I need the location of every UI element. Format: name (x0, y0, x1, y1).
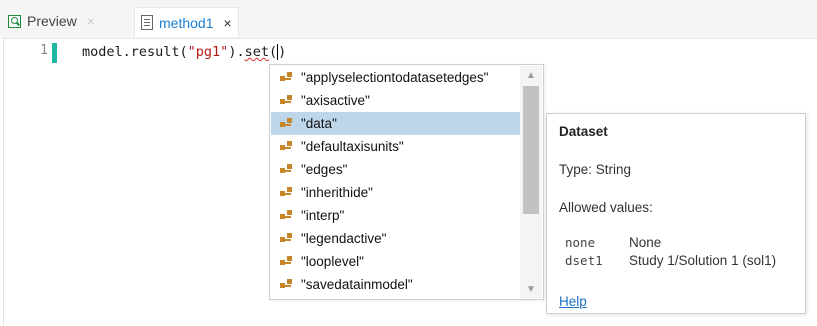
completion-item-label: "legendactive" (301, 231, 387, 246)
property-icon (271, 141, 301, 152)
property-icon (271, 279, 301, 290)
tab-method1-close-icon[interactable]: × (223, 15, 231, 31)
completion-item-label: "data" (301, 116, 337, 131)
info-panel: Dataset Type: String Allowed values: non… (546, 113, 806, 314)
tab-method1-label: method1 (159, 14, 214, 31)
code-line[interactable]: model.result("pg1").set() (82, 42, 286, 62)
completion-item-label: "edges" (301, 162, 348, 177)
completion-item-label: "applyselectiontodatasetedges" (301, 70, 489, 85)
scroll-thumb[interactable] (523, 86, 539, 214)
help-link[interactable]: Help (559, 294, 587, 309)
code-open-paren: ( (268, 44, 278, 60)
tab-preview[interactable]: Preview × (8, 7, 95, 35)
code-prefix: model.result( (82, 44, 188, 60)
completion-item[interactable]: "applyselectiontodatasetedges" (271, 66, 521, 89)
code-close-paren: ) (278, 44, 287, 60)
document-icon (141, 15, 153, 30)
property-icon (271, 233, 301, 244)
tab-method1[interactable]: method1 × (134, 7, 239, 37)
info-type: Type: String (559, 162, 632, 177)
completion-item-label: "inherithide" (301, 185, 373, 200)
completion-item-label: "savedatainmodel" (301, 277, 413, 292)
allowed-value-row: none None (565, 235, 661, 253)
property-icon (271, 95, 301, 106)
info-allowed-label: Allowed values: (559, 200, 653, 215)
allowed-value-desc: None (629, 235, 662, 250)
completion-item[interactable]: "legendactive" (271, 227, 521, 250)
code-method-set: set (244, 44, 269, 60)
completion-item[interactable]: "inherithide" (271, 181, 521, 204)
completion-item-label: "interp" (301, 208, 345, 223)
completion-item[interactable]: "edges" (271, 158, 521, 181)
tab-bar: Preview × method1 × (0, 0, 817, 38)
completion-item[interactable]: "savedatainmodel" (271, 273, 521, 296)
allowed-value-desc: Study 1/Solution 1 (sol1) (629, 253, 777, 268)
completion-item[interactable]: "axisactive" (271, 89, 521, 112)
line-number: 1 (40, 43, 48, 58)
allowed-value-code: dset1 (565, 253, 603, 268)
property-icon (271, 256, 301, 267)
scroll-down-arrow-icon[interactable]: ▼ (520, 280, 542, 298)
completion-item[interactable]: "interp" (271, 204, 521, 227)
allowed-value-code: none (565, 235, 596, 250)
change-marker (52, 43, 57, 63)
completion-item-label: "looplevel" (301, 254, 364, 269)
scroll-up-arrow-icon[interactable]: ▲ (520, 66, 542, 84)
completion-item-label: "defaultaxisunits" (301, 139, 404, 154)
completion-item[interactable]: "data" (271, 112, 521, 135)
preview-icon (8, 14, 21, 28)
property-icon (271, 210, 301, 221)
code-middle: ). (228, 44, 245, 60)
property-icon (271, 72, 301, 83)
completion-item[interactable]: "defaultaxisunits" (271, 135, 521, 158)
code-string: "pg1" (187, 44, 229, 60)
tab-preview-label: Preview (27, 13, 77, 29)
completion-item[interactable]: "looplevel" (271, 250, 521, 273)
property-icon (271, 118, 301, 129)
property-icon (271, 187, 301, 198)
property-icon (271, 164, 301, 175)
completion-scrollbar[interactable]: ▲ ▼ (520, 66, 542, 298)
allowed-value-row: dset1 Study 1/Solution 1 (sol1) (565, 253, 776, 271)
info-title: Dataset (559, 124, 608, 139)
completion-item-label: "axisactive" (301, 93, 370, 108)
tab-preview-close-icon[interactable]: × (87, 13, 95, 29)
completion-list[interactable]: "applyselectiontodatasetedges" "axisactiv… (269, 64, 544, 300)
